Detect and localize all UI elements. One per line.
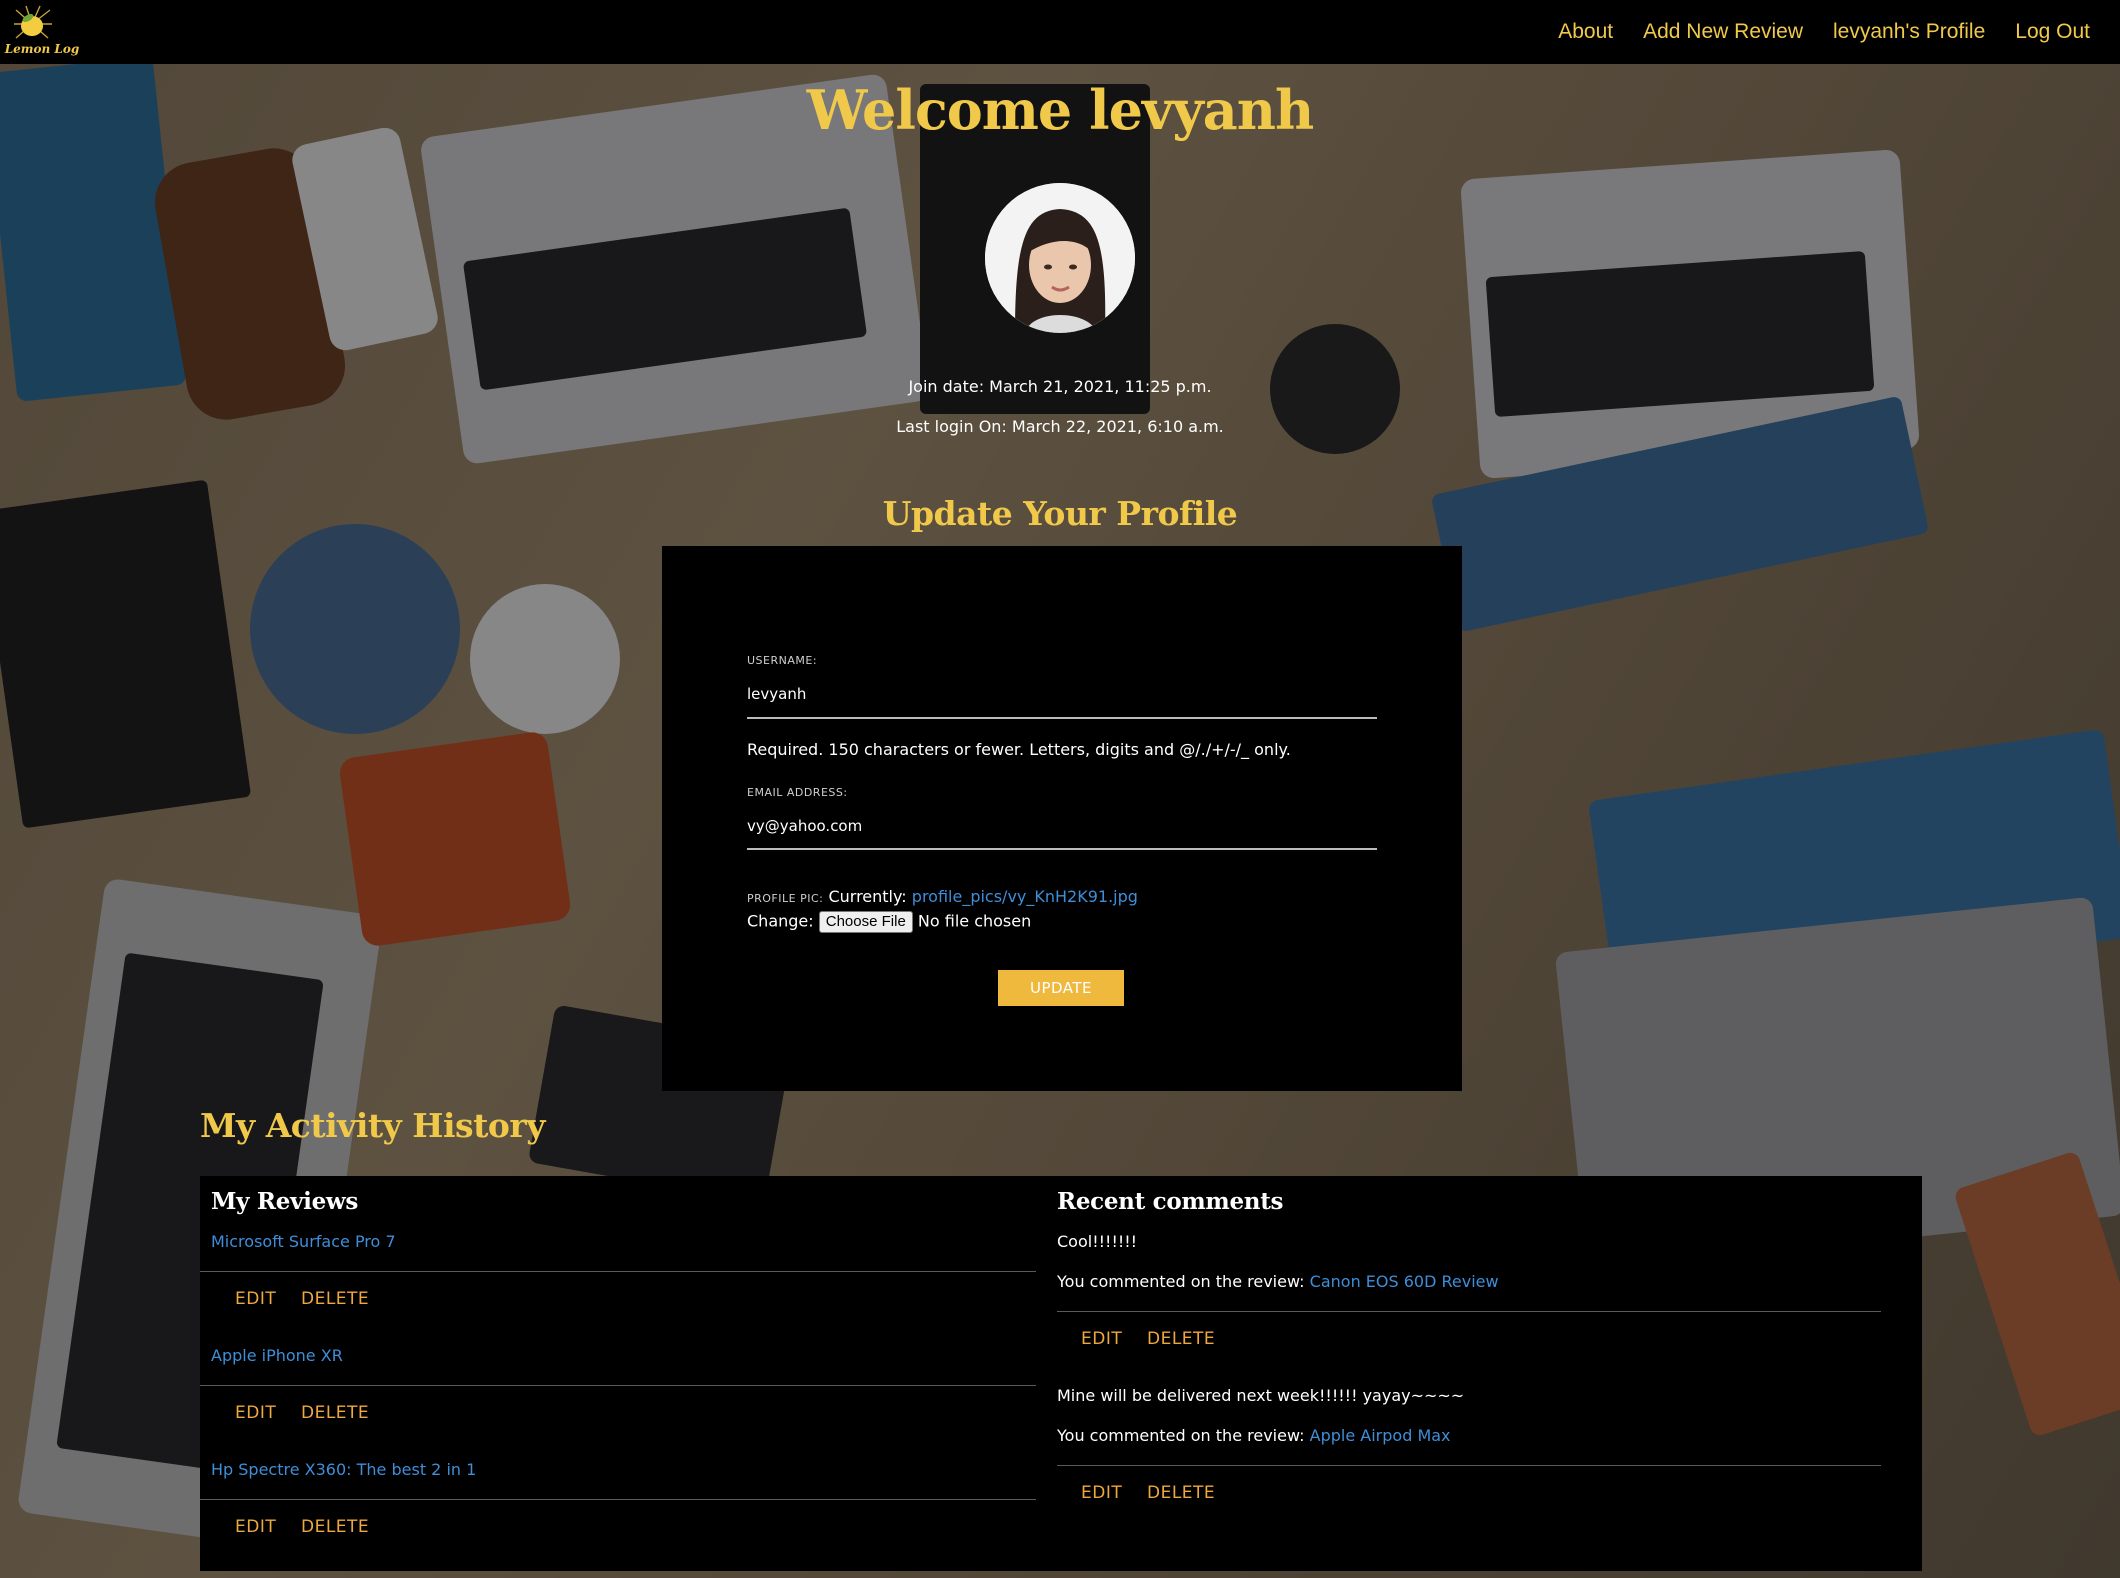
divider xyxy=(200,1385,1036,1386)
comment-text: Mine will be delivered next week!!!!!! y… xyxy=(1057,1386,1465,1405)
review-delete-button[interactable]: DELETE xyxy=(301,1403,369,1423)
profile-pic-change: Change: Choose File No file chosen xyxy=(747,911,1031,933)
profile-form: USERNAME: Required. 150 characters or fe… xyxy=(662,546,1462,1091)
brand-name: Lemon Log xyxy=(4,42,80,56)
comment-review-link[interactable]: Canon EOS 60D Review xyxy=(1310,1272,1499,1291)
review-delete-button[interactable]: DELETE xyxy=(301,1517,369,1537)
username-label: USERNAME: xyxy=(747,654,818,667)
activity-heading: My Activity History xyxy=(200,1106,545,1145)
nav-profile[interactable]: levyanh's Profile xyxy=(1833,20,1985,44)
navbar: Lemon Log About Add New Review levyanh's… xyxy=(0,0,2120,64)
profile-pic-current: PROFILE PIC: Currently: profile_pics/vy_… xyxy=(747,887,1138,906)
nav-logout[interactable]: Log Out xyxy=(2015,20,2090,44)
review-link[interactable]: Microsoft Surface Pro 7 xyxy=(211,1232,396,1251)
review-edit-button[interactable]: EDIT xyxy=(235,1517,276,1537)
update-button[interactable]: UPDATE xyxy=(998,970,1124,1006)
comment-text: Cool!!!!!!! xyxy=(1057,1232,1138,1251)
username-underline xyxy=(747,717,1377,719)
divider xyxy=(200,1499,1036,1500)
username-field[interactable] xyxy=(747,684,1377,704)
join-date: Join date: March 21, 2021, 11:25 p.m. xyxy=(908,377,1212,396)
avatar-photo xyxy=(985,183,1135,333)
activity-panel: My Reviews Microsoft Surface Pro 7 EDIT … xyxy=(200,1176,1922,1571)
comment-edit-button[interactable]: EDIT xyxy=(1081,1483,1122,1503)
divider xyxy=(200,1271,1036,1272)
comment-delete-button[interactable]: DELETE xyxy=(1147,1329,1215,1349)
last-login: Last login On: March 22, 2021, 6:10 a.m. xyxy=(896,417,1224,436)
comment-delete-button[interactable]: DELETE xyxy=(1147,1483,1215,1503)
lemon-logo[interactable]: Lemon Log xyxy=(2,4,82,60)
review-edit-button[interactable]: EDIT xyxy=(235,1289,276,1309)
comment-source: You commented on the review: Canon EOS 6… xyxy=(1057,1272,1499,1291)
comment-prefix: You commented on the review: xyxy=(1057,1272,1305,1291)
divider xyxy=(1057,1311,1881,1312)
recent-comments-heading: Recent comments xyxy=(1057,1188,1284,1215)
change-label: Change: xyxy=(747,911,814,931)
review-edit-button[interactable]: EDIT xyxy=(235,1403,276,1423)
divider xyxy=(1057,1465,1881,1466)
review-delete-button[interactable]: DELETE xyxy=(301,1289,369,1309)
review-link[interactable]: Apple iPhone XR xyxy=(211,1346,343,1365)
comment-edit-button[interactable]: EDIT xyxy=(1081,1329,1122,1349)
email-underline xyxy=(747,848,1377,850)
profile-pic-label: PROFILE PIC: xyxy=(747,892,824,905)
comment-source: You commented on the review: Apple Airpo… xyxy=(1057,1426,1451,1445)
currently-label: Currently: xyxy=(828,887,907,906)
my-reviews-heading: My Reviews xyxy=(211,1188,359,1215)
current-file-link[interactable]: profile_pics/vy_KnH2K91.jpg xyxy=(912,887,1138,906)
update-profile-heading: Update Your Profile xyxy=(882,494,1238,533)
email-label: EMAIL ADDRESS: xyxy=(747,786,848,799)
nav-add-review[interactable]: Add New Review xyxy=(1643,20,1803,44)
no-file-text: No file chosen xyxy=(917,911,1032,931)
nav-about[interactable]: About xyxy=(1558,20,1613,44)
review-link[interactable]: Hp Spectre X360: The best 2 in 1 xyxy=(211,1460,476,1479)
comment-review-link[interactable]: Apple Airpod Max xyxy=(1310,1426,1451,1445)
choose-file-button[interactable]: Choose File xyxy=(818,911,913,933)
nav-links: About Add New Review levyanh's Profile L… xyxy=(1558,0,2120,64)
email-field[interactable] xyxy=(747,816,1377,836)
avatar xyxy=(985,183,1135,333)
welcome-title: Welcome levyanh xyxy=(806,78,1314,142)
username-help: Required. 150 characters or fewer. Lette… xyxy=(747,740,1291,759)
comment-prefix: You commented on the review: xyxy=(1057,1426,1305,1445)
